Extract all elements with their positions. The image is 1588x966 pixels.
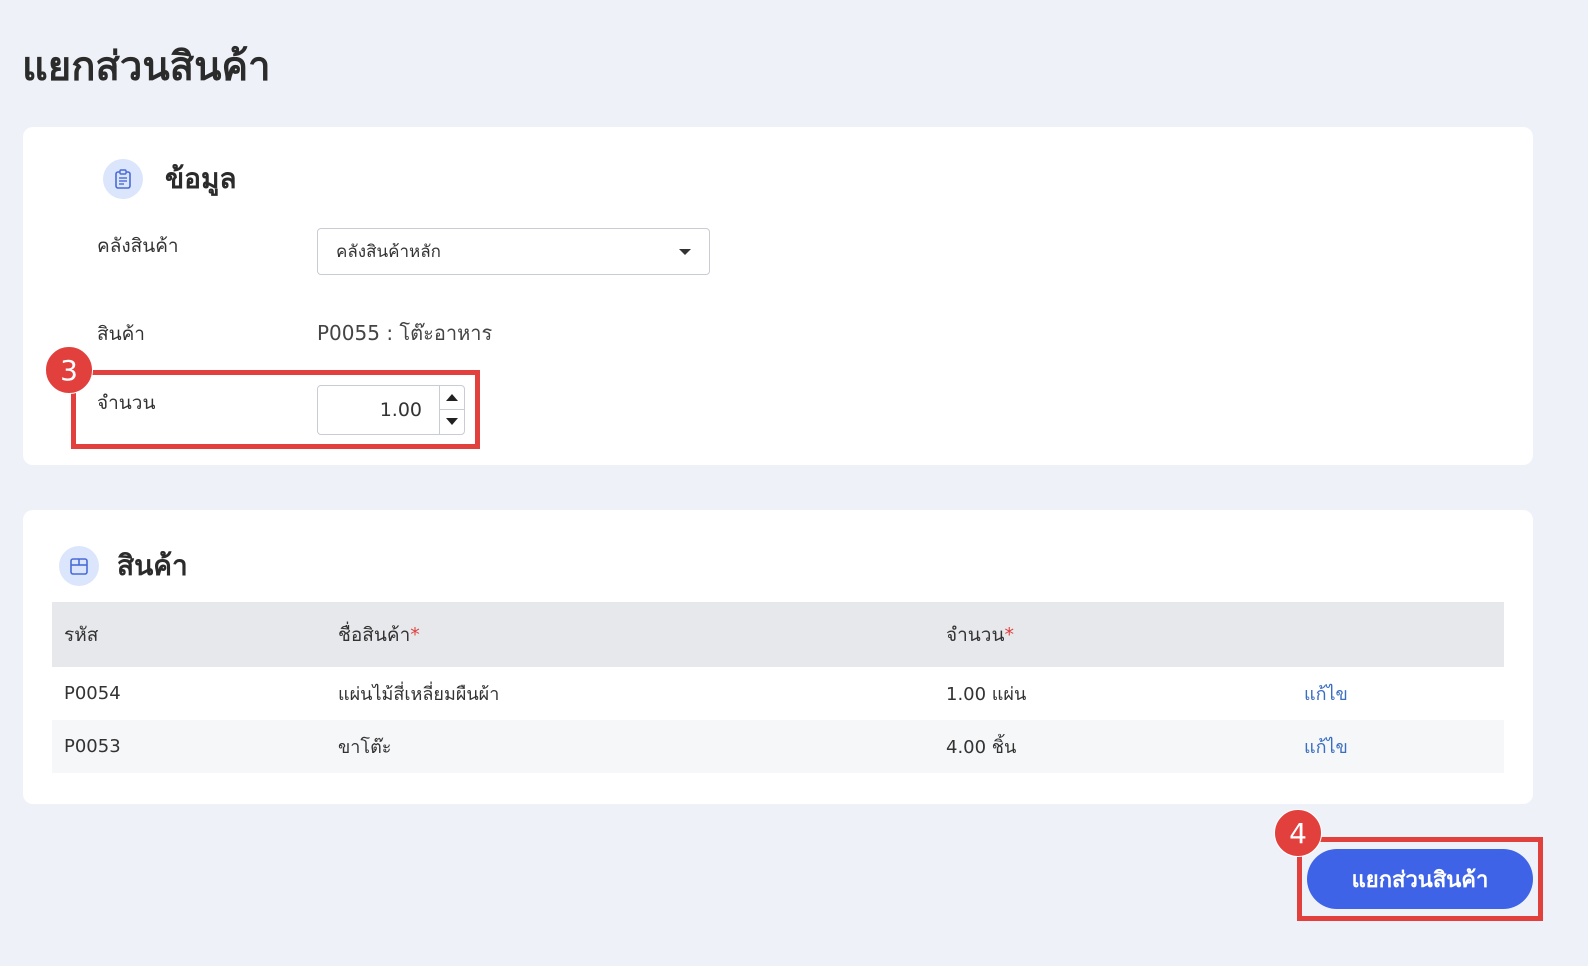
page-title: แยกส่วนสินค้า (22, 44, 271, 90)
annotation-highlight-4 (1297, 837, 1543, 921)
cell-code: P0054 (64, 683, 121, 704)
column-header-qty: จำนวน* (934, 602, 1292, 667)
cell-action: แก้ไข (1292, 720, 1504, 773)
cell-qty: 1.00 แผ่น (946, 684, 1027, 705)
products-section-title: สินค้า (117, 549, 188, 582)
edit-link[interactable]: แก้ไข (1304, 684, 1348, 705)
cell-name: ขาโต๊ะ (326, 720, 934, 773)
products-section-header: สินค้า (59, 544, 188, 588)
annotation-highlight-3 (71, 370, 480, 449)
products-card: สินค้า รหัส ชื่อสินค้า* จำนวน* P0054 แผ่… (23, 510, 1533, 804)
table-row: P0053 ขาโต๊ะ 4.00 ชิ้น แก้ไข (52, 720, 1504, 773)
column-header-name: ชื่อสินค้า* (326, 602, 934, 667)
warehouse-label: คลังสินค้า (97, 235, 179, 257)
cell-action: แก้ไข (1292, 667, 1504, 720)
warehouse-select-value: คลังสินค้าหลัก (336, 242, 441, 262)
cell-name: แผ่นไม้สี่เหลี่ยมผืนผ้า (338, 684, 500, 705)
edit-link[interactable]: แก้ไข (1304, 737, 1348, 758)
product-label: สินค้า (97, 323, 145, 345)
warehouse-select[interactable]: คลังสินค้าหลัก (317, 228, 710, 275)
required-mark: * (410, 623, 420, 646)
clipboard-icon (103, 159, 143, 199)
product-value: P0055 : โต๊ะอาหาร (317, 321, 493, 345)
info-section-title: ข้อมูล (165, 162, 237, 195)
table-row: P0054 แผ่นไม้สี่เหลี่ยมผืนผ้า 1.00 แผ่น … (52, 667, 1504, 720)
table-header-row: รหัส ชื่อสินค้า* จำนวน* (52, 602, 1504, 667)
chevron-down-icon (679, 248, 691, 255)
annotation-badge-4: 4 (1274, 809, 1322, 857)
cell-qty: 4.00 ชิ้น (934, 720, 1292, 773)
cell-code: P0053 (52, 720, 326, 773)
column-header-code: รหัส (52, 602, 326, 667)
box-icon (59, 546, 99, 586)
column-header-action (1292, 602, 1504, 667)
annotation-badge-3: 3 (45, 346, 93, 394)
required-mark: * (1004, 623, 1014, 646)
info-section-header: ข้อมูล (103, 157, 237, 201)
products-table: รหัส ชื่อสินค้า* จำนวน* P0054 แผ่นไม้สี่… (52, 602, 1504, 773)
